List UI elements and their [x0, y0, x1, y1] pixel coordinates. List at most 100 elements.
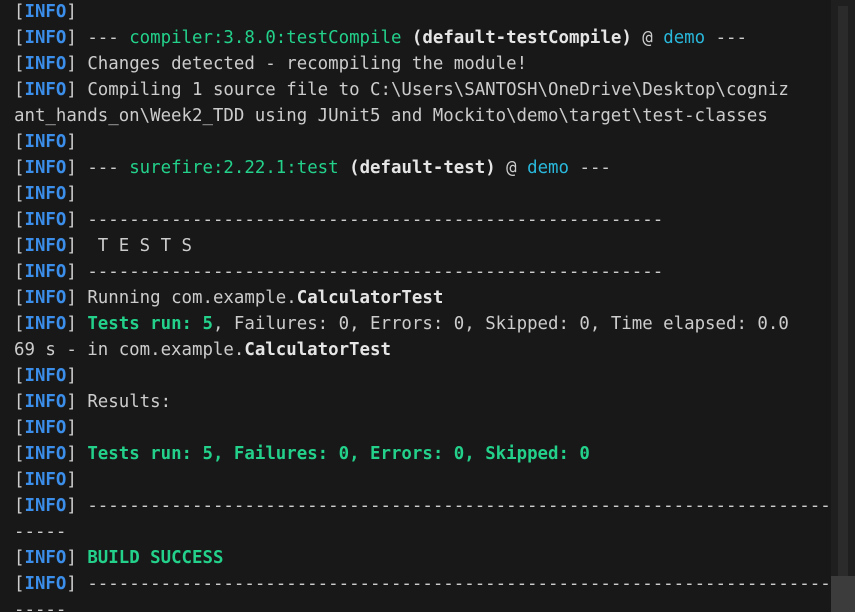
log-level-tag: INFO — [24, 418, 67, 438]
log-text: [ — [14, 548, 25, 568]
plugin-goal: compiler:3.8.0:testCompile — [129, 28, 402, 48]
log-level-tag: INFO — [24, 314, 67, 334]
log-text: ] Running com.example. — [66, 288, 297, 308]
log-text: [ — [14, 236, 25, 256]
log-text: [ — [14, 184, 25, 204]
scrollbar-thumb[interactable] — [831, 576, 855, 612]
terminal-line: [INFO] Changes detected - recompiling th… — [14, 51, 829, 77]
log-level-tag: INFO — [24, 158, 67, 178]
terminal-line: [INFO] BUILD SUCCESS — [14, 545, 829, 571]
log-text: 69 s - in com.example. — [14, 340, 245, 360]
log-text: [ — [14, 2, 25, 22]
log-level-tag: INFO — [24, 496, 67, 516]
terminal-line: [INFO] T E S T S — [14, 233, 829, 259]
terminal-line: [INFO] Tests run: 5, Failures: 0, Errors… — [14, 441, 829, 467]
log-text: ] T E S T S — [66, 236, 193, 256]
emphasis-text: CalculatorTest — [296, 288, 444, 308]
terminal-line: [INFO] Tests run: 5, Failures: 0, Errors… — [14, 311, 829, 337]
success-text: Tests run: 5 — [87, 314, 213, 334]
log-text: ] Results: — [66, 392, 172, 412]
log-level-tag: INFO — [24, 392, 67, 412]
log-level-tag: INFO — [24, 210, 67, 230]
log-text: ] — [66, 366, 77, 386]
emphasis-text: (default-test) — [349, 158, 496, 178]
log-text: ] — [66, 548, 88, 568]
vertical-scrollbar[interactable] — [831, 0, 855, 612]
emphasis-text: (default-testCompile) — [411, 28, 632, 48]
log-level-tag: INFO — [24, 574, 67, 594]
project-name: demo — [527, 158, 569, 178]
log-level-tag: INFO — [24, 80, 67, 100]
log-text: ] --------------------------------------… — [66, 262, 664, 282]
log-level-tag: INFO — [24, 366, 67, 386]
log-text: , Failures: 0, Errors: 0, Skipped: 0, Ti… — [212, 314, 789, 334]
log-text: ----- — [14, 600, 67, 612]
log-text: [ — [14, 54, 25, 74]
terminal-line: [INFO] — [14, 415, 829, 441]
terminal-line: [INFO] --- compiler:3.8.0:testCompile (d… — [14, 25, 829, 51]
plugin-goal: surefire:2.22.1:test — [129, 158, 339, 178]
log-text: @ — [495, 158, 528, 178]
log-text: --- — [569, 158, 611, 178]
log-text: [ — [14, 158, 25, 178]
success-text: BUILD SUCCESS — [87, 548, 224, 568]
log-text: ] — [66, 132, 77, 152]
log-text: [ — [14, 444, 25, 464]
log-text: ] --- — [66, 28, 130, 48]
terminal-line: ----- — [14, 597, 829, 612]
log-text: ] — [66, 2, 77, 22]
emphasis-text: CalculatorTest — [244, 340, 391, 360]
log-text: [ — [14, 366, 25, 386]
log-text: [ — [14, 418, 25, 438]
log-text: [ — [14, 132, 25, 152]
log-text: ant_hands_on\Week2_TDD using JUnit5 and … — [14, 106, 768, 126]
log-level-tag: INFO — [24, 54, 67, 74]
log-text: --- — [705, 28, 747, 48]
log-level-tag: INFO — [24, 288, 67, 308]
terminal-line: [INFO] — [14, 0, 829, 25]
log-text: [ — [14, 392, 25, 412]
log-text: ] --------------------------------------… — [66, 210, 664, 230]
project-name: demo — [663, 28, 706, 48]
log-level-tag: INFO — [24, 2, 67, 22]
log-text: ] --------------------------------------… — [66, 496, 831, 516]
log-text: [ — [14, 28, 25, 48]
log-level-tag: INFO — [24, 28, 67, 48]
log-level-tag: INFO — [24, 184, 67, 204]
log-text: ] Compiling 1 source file to C:\Users\SA… — [66, 80, 789, 100]
terminal-line: ----- — [14, 519, 829, 545]
log-text: [ — [14, 210, 25, 230]
log-text: ] — [66, 314, 88, 334]
scrollbar-track — [838, 6, 848, 606]
log-text: [ — [14, 314, 25, 334]
log-text: [ — [14, 470, 25, 490]
log-text: ] — [66, 184, 77, 204]
log-text: ] — [66, 444, 88, 464]
log-text: ] Changes detected - recompiling the mod… — [66, 54, 528, 74]
terminal-line: [INFO] Results: — [14, 389, 829, 415]
terminal-line: [INFO] ---------------------------------… — [14, 259, 829, 285]
log-level-tag: INFO — [24, 262, 67, 282]
log-text: [ — [14, 80, 25, 100]
log-text: ] — [66, 418, 77, 438]
log-level-tag: INFO — [24, 132, 67, 152]
terminal-line: [INFO] Running com.example.CalculatorTes… — [14, 285, 829, 311]
terminal-output-panel[interactable]: [INFO] [INFO] --- compiler:3.8.0:testComp… — [0, 0, 831, 612]
log-level-tag: INFO — [24, 548, 67, 568]
log-text: ] --------------------------------------… — [66, 574, 831, 594]
terminal-line: [INFO] ---------------------------------… — [14, 571, 831, 597]
terminal-line: [INFO] Compiling 1 source file to C:\Use… — [14, 77, 829, 103]
log-text: ----- — [14, 522, 67, 542]
terminal-line: [INFO] — [14, 363, 829, 389]
log-text: [ — [14, 288, 25, 308]
terminal-line: [INFO] — [14, 129, 829, 155]
terminal-line: ant_hands_on\Week2_TDD using JUnit5 and … — [14, 103, 829, 129]
log-level-tag: INFO — [24, 444, 67, 464]
terminal-lines: [INFO] [INFO] --- compiler:3.8.0:testComp… — [14, 0, 831, 612]
log-text: ] --- — [66, 158, 130, 178]
log-text: [ — [14, 574, 25, 594]
terminal-line: [INFO] — [14, 181, 829, 207]
log-text: [ — [14, 496, 25, 516]
